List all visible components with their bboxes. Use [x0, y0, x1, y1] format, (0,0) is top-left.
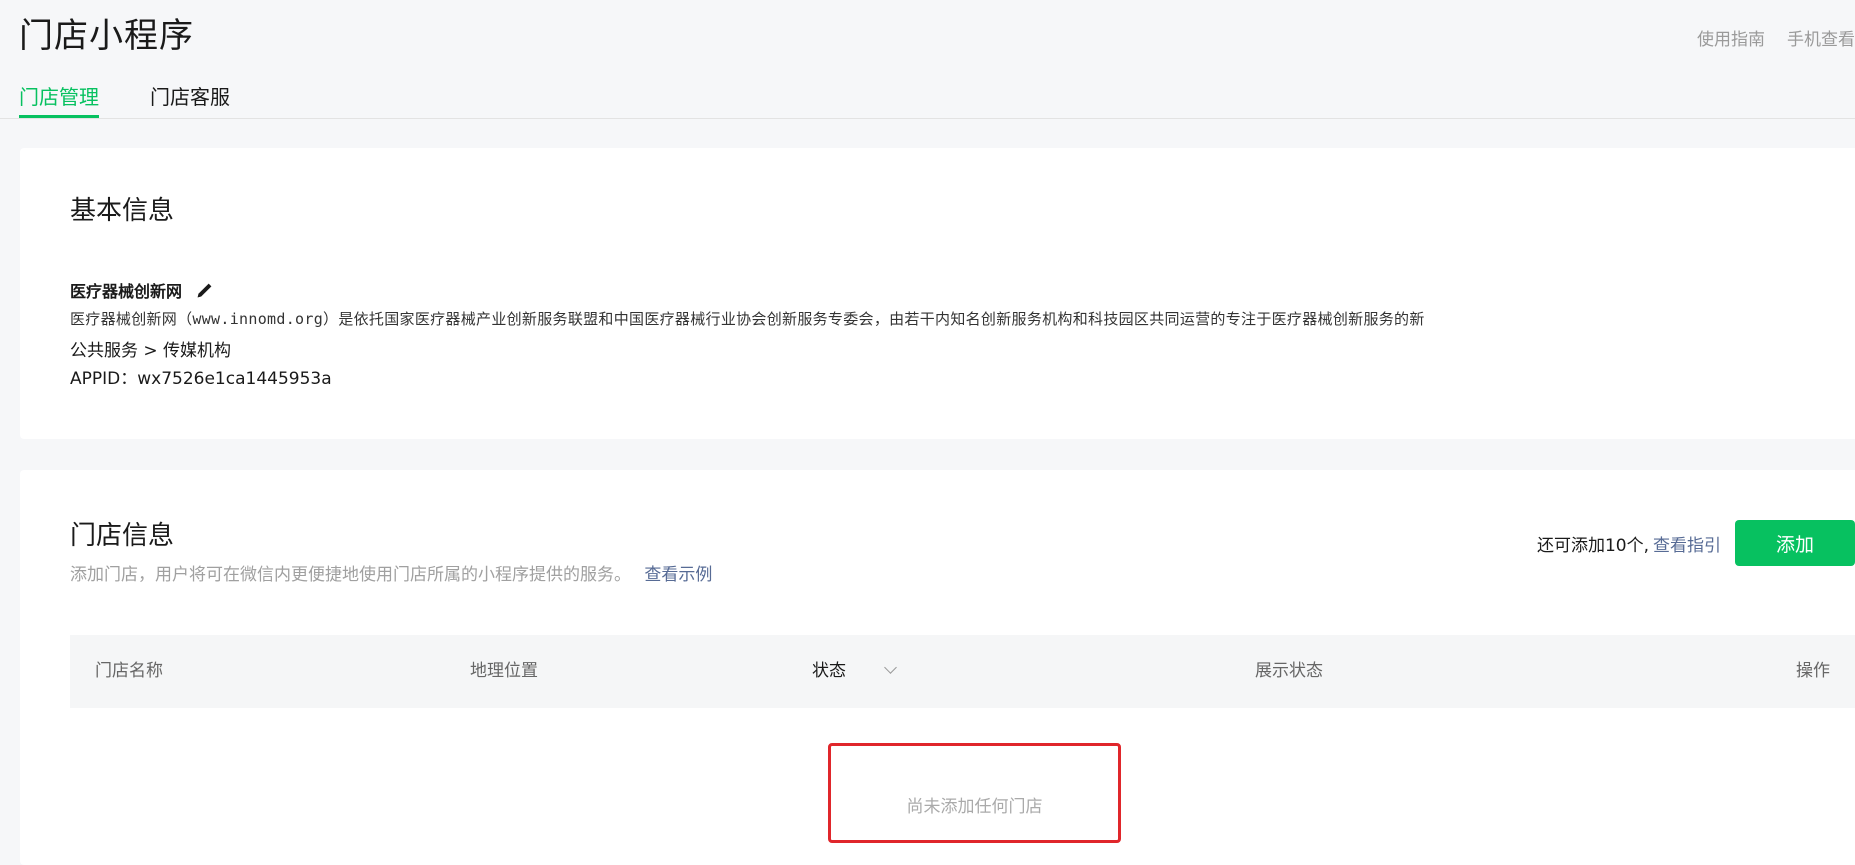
mini-program-name: 医疗器械创新网 [70, 282, 183, 301]
mini-program-appid: APPID：wx7526e1ca1445953a [70, 369, 332, 389]
mini-program-description: 医疗器械创新网（www.innomd.org）是依托国家医疗器械产业创新服务联盟… [70, 310, 1425, 328]
tab-bar: 门店管理 门店客服 [0, 80, 1855, 119]
store-info-title: 门店信息 [70, 521, 175, 551]
col-location: 地理位置 [470, 661, 538, 681]
remaining-text: 还可添加10个, [1536, 535, 1649, 556]
page-title: 门店小程序 [19, 16, 194, 56]
store-table-header: 门店名称 地理位置 状态 展示状态 操作 [70, 635, 1855, 708]
col-store-name: 门店名称 [95, 661, 163, 681]
store-info-card: 门店信息 添加门店，用户将可在微信内更便捷地使用门店所属的小程序提供的服务。 查… [20, 470, 1855, 865]
basic-info-title: 基本信息 [70, 196, 175, 226]
remaining-count: 还可添加10个, 查看指引 [1537, 531, 1721, 556]
col-status-filter[interactable]: 状态 [812, 635, 897, 708]
empty-state-highlight: 尚未添加任何门店 [828, 743, 1121, 843]
col-status-label: 状态 [812, 661, 846, 681]
pencil-icon[interactable] [194, 279, 216, 301]
mobile-view-link[interactable]: 手机查看 [1787, 25, 1855, 50]
store-actions: 还可添加10个, 查看指引 添加 [1537, 520, 1855, 566]
col-actions: 操作 [1796, 661, 1830, 681]
add-store-button[interactable]: 添加 [1735, 520, 1855, 566]
basic-info-card: 基本信息 医疗器械创新网 医疗器械创新网（www.innomd.org）是依托国… [20, 148, 1855, 439]
store-info-hint: 添加门店，用户将可在微信内更便捷地使用门店所属的小程序提供的服务。 查看示例 [70, 560, 712, 585]
top-links: 使用指南 手机查看 [1697, 25, 1855, 50]
empty-state-text: 尚未添加任何门店 [906, 797, 1043, 817]
mini-program-category: 公共服务 > 传媒机构 [70, 341, 232, 361]
hint-text: 添加门店，用户将可在微信内更便捷地使用门店所属的小程序提供的服务。 [70, 565, 631, 585]
view-example-link[interactable]: 查看示例 [644, 565, 712, 585]
tab-store-management[interactable]: 门店管理 [19, 80, 99, 118]
view-guide-link[interactable]: 查看指引 [1653, 536, 1721, 556]
guide-link[interactable]: 使用指南 [1697, 25, 1765, 50]
tab-store-service[interactable]: 门店客服 [150, 80, 230, 114]
mini-program-name-row: 医疗器械创新网 [70, 278, 216, 302]
chevron-down-icon [884, 661, 897, 674]
col-display-status: 展示状态 [1255, 661, 1323, 681]
